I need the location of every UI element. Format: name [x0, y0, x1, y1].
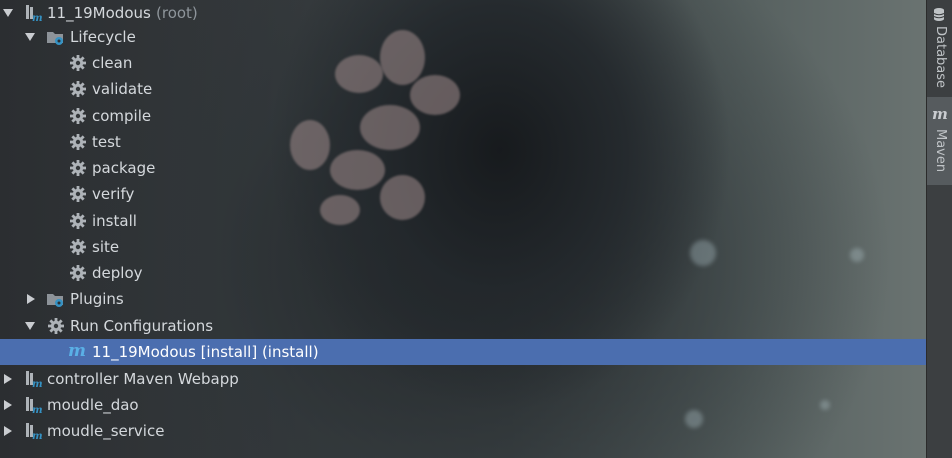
tree-row-run-configurations[interactable]: Run Configurations [0, 313, 926, 339]
phase-label: site [92, 238, 120, 256]
maven-m-icon: m [68, 341, 86, 361]
maven-logo-icon: m [932, 105, 948, 123]
lifecycle-phase-compile[interactable]: compile [0, 103, 926, 129]
run-configuration-item[interactable]: m 11_19Modous [install] (install) [0, 339, 926, 365]
tree-row-module-service[interactable]: m moudle_service [0, 418, 926, 444]
expand-arrow-icon[interactable] [25, 33, 35, 41]
svg-text:m: m [32, 13, 42, 22]
phase-label: test [92, 133, 121, 151]
expand-arrow-icon[interactable] [3, 9, 13, 17]
root-project-suffix: (root) [156, 4, 198, 22]
module-label: controller Maven Webapp [47, 370, 239, 388]
gear-icon [47, 317, 65, 335]
lifecycle-phase-deploy[interactable]: deploy [0, 260, 926, 286]
run-configuration-label: 11_19Modous [install] (install) [92, 343, 319, 361]
gear-icon [69, 212, 87, 230]
gear-icon [69, 238, 87, 256]
phase-label: verify [92, 185, 135, 203]
collapse-arrow-icon[interactable] [4, 426, 12, 436]
run-configurations-label: Run Configurations [70, 317, 214, 335]
svg-text:m: m [32, 379, 42, 388]
gear-icon [69, 133, 87, 151]
lifecycle-label: Lifecycle [70, 28, 136, 46]
database-icon [931, 6, 949, 24]
collapse-arrow-icon[interactable] [27, 294, 35, 304]
lifecycle-phase-install[interactable]: install [0, 208, 926, 234]
collapse-arrow-icon[interactable] [4, 400, 12, 410]
phase-label: compile [92, 107, 152, 125]
root-project-name: 11_19Modous [47, 4, 151, 22]
maven-label: Maven [933, 129, 948, 173]
module-label: moudle_service [47, 422, 165, 440]
tree-row-lifecycle[interactable]: Lifecycle [0, 24, 926, 50]
collapse-arrow-icon[interactable] [4, 374, 12, 384]
phase-label: clean [92, 54, 133, 72]
svg-text:m: m [32, 431, 42, 440]
module-label: moudle_dao [47, 396, 139, 414]
database-label: Database [933, 26, 948, 89]
maven-project-tree: m 11_19Modous (root) Lifecycle clean val… [0, 0, 926, 458]
lifecycle-phase-verify[interactable]: verify [0, 181, 926, 207]
lifecycle-phase-package[interactable]: package [0, 155, 926, 181]
maven-module-icon: m [24, 370, 43, 390]
maven-module-icon: m [24, 422, 43, 442]
maven-module-icon: m [24, 396, 43, 416]
tree-row-module-dao[interactable]: m moudle_dao [0, 392, 926, 418]
plugins-label: Plugins [70, 290, 124, 308]
folder-gear-icon [46, 290, 64, 308]
folder-gear-icon [46, 28, 64, 46]
tool-window-strip: Database m Maven [926, 0, 952, 458]
phase-label: package [92, 159, 156, 177]
lifecycle-phase-clean[interactable]: clean [0, 50, 926, 76]
tree-row-module-controller[interactable]: m controller Maven Webapp [0, 366, 926, 392]
database-tool-button[interactable]: Database [927, 0, 952, 92]
gear-icon [69, 185, 87, 203]
maven-tool-button[interactable]: m Maven [927, 97, 952, 185]
phase-label: deploy [92, 264, 143, 282]
gear-icon [69, 80, 87, 98]
gear-icon [69, 54, 87, 72]
tree-row-plugins[interactable]: Plugins [0, 286, 926, 312]
phase-label: validate [92, 80, 153, 98]
maven-module-icon: m [24, 4, 43, 24]
tree-row-root-project[interactable]: m 11_19Modous (root) [0, 0, 926, 26]
gear-icon [69, 264, 87, 282]
gear-icon [69, 107, 87, 125]
lifecycle-phase-validate[interactable]: validate [0, 76, 926, 102]
lifecycle-phase-site[interactable]: site [0, 234, 926, 260]
lifecycle-phase-test[interactable]: test [0, 129, 926, 155]
expand-arrow-icon[interactable] [25, 322, 35, 330]
phase-label: install [92, 212, 137, 230]
gear-icon [69, 159, 87, 177]
svg-text:m: m [32, 405, 42, 414]
